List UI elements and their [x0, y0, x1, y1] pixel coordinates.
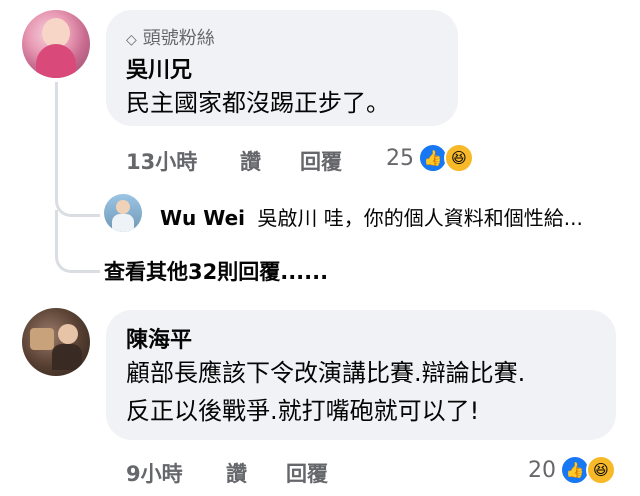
reaction-icons[interactable]: 👍 😆 — [560, 455, 620, 485]
avatar[interactable] — [104, 194, 142, 232]
haha-icon: 😆 — [444, 143, 474, 173]
reaction-icons[interactable]: 👍 😆 — [418, 143, 478, 173]
diamond-icon: ◇ — [126, 32, 137, 48]
top-fan-badge: ◇ 頭號粉絲 — [126, 28, 215, 49]
comment-text: 民主國家都沒踢正步了。 — [126, 89, 390, 117]
comment-text-line: 顧部長應該下令改演講比賽.辯論比賽. — [126, 359, 526, 387]
reply-button[interactable]: 回覆 — [286, 458, 328, 488]
reply-button[interactable]: 回覆 — [300, 146, 342, 176]
comment-time[interactable]: 13小時 — [126, 146, 197, 176]
avatar[interactable] — [22, 308, 90, 376]
avatar[interactable] — [22, 10, 90, 78]
reply-text: 吳啟川 哇，你的個人資料和個性給... — [257, 206, 583, 230]
view-more-replies-link[interactable]: 查看其他32則回覆...... — [104, 256, 328, 286]
comment-author[interactable]: 吳川兄 — [126, 52, 192, 84]
comment-bubble[interactable]: ◇ 頭號粉絲 吳川兄 民主國家都沒踢正步了。 — [106, 10, 458, 126]
comment-time[interactable]: 9小時 — [126, 458, 183, 488]
comment-text-line: 反正以後戰爭.就打嘴砲就可以了! — [126, 397, 480, 425]
reaction-count[interactable]: 25 — [386, 146, 414, 171]
like-button[interactable]: 讚 — [240, 146, 261, 176]
comment-author[interactable]: 陳海平 — [126, 322, 192, 354]
reply-author[interactable]: Wu Wei — [160, 206, 245, 230]
thread-line — [55, 210, 100, 273]
reaction-count[interactable]: 20 — [528, 458, 556, 483]
reply-preview[interactable]: Wu Wei 吳啟川 哇，你的個人資料和個性給... — [160, 202, 583, 231]
haha-icon: 😆 — [586, 455, 616, 485]
thread-line — [55, 82, 100, 217]
like-button[interactable]: 讚 — [226, 458, 247, 488]
comment-bubble[interactable]: 陳海平 顧部長應該下令改演講比賽.辯論比賽. 反正以後戰爭.就打嘴砲就可以了! — [106, 310, 616, 440]
